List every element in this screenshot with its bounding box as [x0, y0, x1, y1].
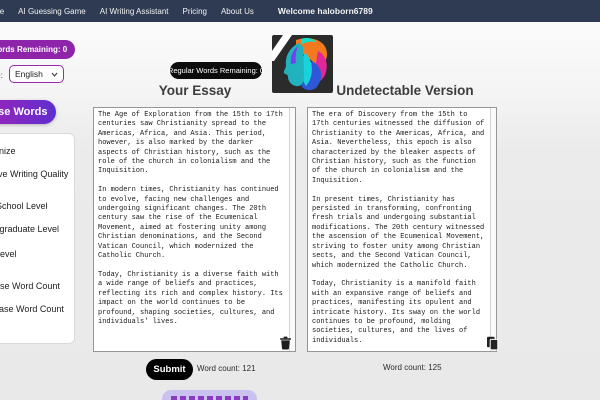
undetectable-version-heading: Undetectable Version	[313, 83, 497, 98]
option-humanize[interactable]: Humanize	[0, 146, 16, 156]
word-count-right: Word count: 125	[383, 363, 442, 372]
undetectable-output-panel: The era of Discovery from the 15th to 17…	[307, 107, 497, 352]
chevron-down-icon	[51, 69, 58, 79]
option-phd-level[interactable]: PhD Level	[0, 249, 17, 259]
top-nav: Undetectable AI Guessing Game AI Writing…	[0, 0, 600, 22]
word-count-left: Word count: 121	[197, 364, 256, 373]
language-label: Language:	[0, 70, 3, 80]
your-essay-heading: Your Essay	[130, 83, 260, 98]
language-select-value: English	[15, 69, 43, 79]
undetectable-output-scrollbar[interactable]	[490, 108, 496, 351]
bottom-cutoff-button[interactable]	[162, 390, 257, 400]
words-remaining-tooltip: Regular Words Remaining: 0	[170, 62, 262, 79]
words-remaining-badge: Words Remaining: 0	[0, 40, 75, 59]
essay-input[interactable]: The Age of Exploration from the 15th to …	[94, 108, 295, 351]
nav-item-ai-writing-assistant[interactable]: AI Writing Assistant	[100, 7, 169, 16]
welcome-user-text: Welcome haloborn6789	[278, 6, 373, 16]
undetectable-output[interactable]: The era of Discovery from the 15th to 17…	[308, 108, 496, 351]
nav-item-undetectable[interactable]: Undetectable	[0, 7, 4, 16]
option-high-school-level[interactable]: High School Level	[0, 201, 48, 211]
language-select[interactable]: English	[9, 65, 64, 83]
essay-input-panel: The Age of Exploration from the 15th to …	[93, 107, 296, 352]
trash-icon[interactable]	[279, 336, 292, 350]
nav-item-pricing[interactable]: Pricing	[183, 7, 207, 16]
nav-item-about-us[interactable]: About Us	[221, 7, 254, 16]
copy-icon[interactable]	[486, 336, 499, 351]
option-improve-writing-quality[interactable]: Improve Writing Quality	[0, 169, 68, 179]
paraphrase-words-button[interactable]: Paraphrase Words	[0, 100, 56, 124]
options-panel: Humanize Improve Writing Quality High Sc…	[0, 133, 75, 344]
option-undergraduate-level[interactable]: Undergraduate Level	[0, 224, 59, 234]
option-decrease-word-count[interactable]: Decrease Word Count	[0, 304, 64, 314]
option-increase-word-count[interactable]: Increase Word Count	[0, 281, 60, 291]
essay-input-scrollbar[interactable]	[289, 108, 295, 351]
submit-button[interactable]: Submit	[146, 359, 193, 380]
bottom-cutoff-button-clipped-text	[171, 396, 248, 400]
nav-item-ai-guessing-game[interactable]: AI Guessing Game	[18, 7, 86, 16]
